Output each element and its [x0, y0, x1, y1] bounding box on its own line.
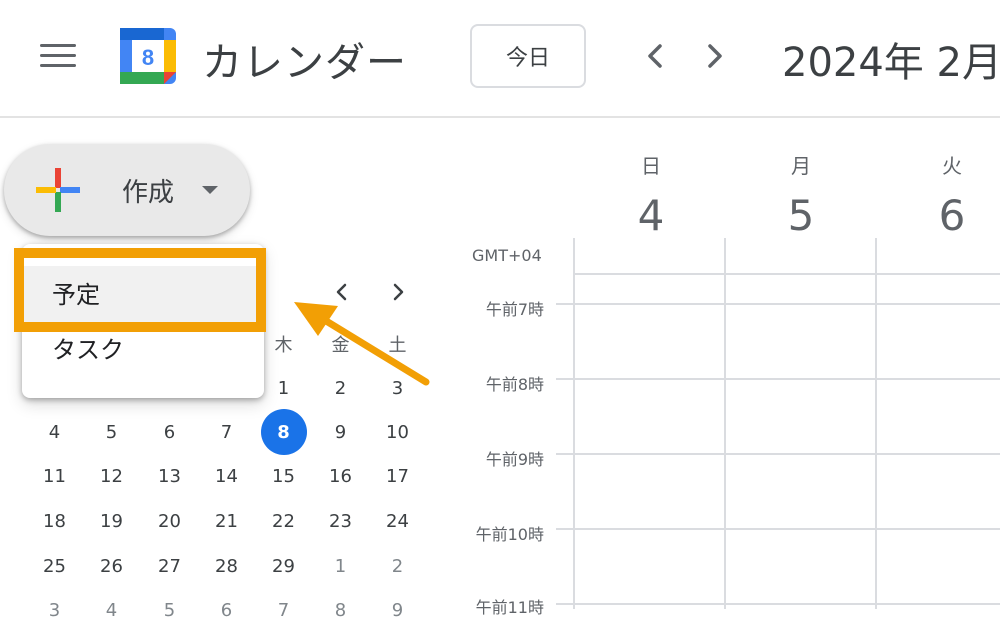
menu-item-task[interactable]: タスク	[22, 328, 264, 372]
day-number[interactable]: 6	[877, 191, 1000, 240]
mini-cal-day[interactable]: 15	[255, 454, 312, 498]
weekday-header: 土	[388, 335, 407, 356]
mini-cal-day[interactable]: 24	[369, 499, 426, 543]
mini-cal-day[interactable]: 5	[141, 588, 198, 632]
create-button[interactable]: 作成	[4, 144, 250, 236]
time-label: 午前7時	[485, 300, 544, 319]
mini-cal-day[interactable]: 6	[198, 588, 255, 632]
mini-cal-day[interactable]: 28	[198, 544, 255, 588]
today-button[interactable]: 今日	[470, 24, 586, 88]
mini-cal-day[interactable]: 9	[312, 410, 369, 454]
hamburger-icon[interactable]	[40, 42, 76, 70]
mini-cal-day[interactable]: 7	[198, 410, 255, 454]
mini-cal-day[interactable]: 8	[255, 409, 312, 455]
mini-cal-day[interactable]: 29	[255, 544, 312, 588]
mini-cal-day[interactable]: 23	[312, 499, 369, 543]
mini-cal-day[interactable]: 11	[26, 454, 83, 498]
top-app-bar: 8 カレンダー 今日 2024年 2月	[0, 0, 1000, 118]
mini-cal-day[interactable]: 26	[83, 544, 140, 588]
logo-day-number: 8	[142, 45, 154, 70]
create-label: 作成	[122, 178, 175, 208]
mini-cal-next-icon[interactable]	[386, 280, 410, 304]
day-column-header[interactable]: 火 6	[877, 150, 1000, 240]
mini-cal-day[interactable]: 20	[141, 499, 198, 543]
chevron-left-icon[interactable]	[638, 36, 674, 76]
mini-cal-day[interactable]: 16	[312, 454, 369, 498]
time-label: 午前9時	[485, 450, 544, 469]
mini-cal-day[interactable]: 1	[312, 544, 369, 588]
mini-cal-day[interactable]: 27	[141, 544, 198, 588]
current-month-title: 2024年 2月	[782, 40, 1000, 86]
today-indicator[interactable]: 8	[260, 409, 307, 455]
day-of-week-label: 火	[942, 154, 962, 178]
mini-cal-prev-icon[interactable]	[330, 280, 354, 304]
weekday-header: 金	[331, 335, 350, 356]
mini-cal-day[interactable]: 10	[369, 410, 426, 454]
google-calendar-logo: 8	[120, 28, 176, 84]
caret-down-icon[interactable]	[202, 186, 218, 194]
mini-cal-day[interactable]: 17	[369, 454, 426, 498]
mini-cal-day[interactable]: 6	[141, 410, 198, 454]
create-menu: 予定 タスク	[22, 244, 264, 398]
day-number[interactable]: 4	[576, 191, 726, 240]
mini-cal-day[interactable]: 13	[141, 454, 198, 498]
mini-cal-day[interactable]: 12	[83, 454, 140, 498]
time-label: 午前10時	[475, 525, 544, 544]
day-of-week-label: 月	[791, 154, 811, 178]
time-label: 午前8時	[485, 375, 544, 394]
mini-cal-day[interactable]: 2	[312, 366, 369, 410]
mini-cal-day[interactable]: 3	[369, 366, 426, 410]
day-column-header[interactable]: 月 5	[726, 150, 876, 240]
mini-cal-day[interactable]: 7	[255, 588, 312, 632]
mini-cal-day[interactable]: 8	[312, 588, 369, 632]
day-of-week-label: 日	[641, 154, 661, 178]
mini-cal-day[interactable]: 3	[26, 588, 83, 632]
chevron-right-icon[interactable]	[698, 36, 734, 76]
mini-cal-day[interactable]: 9	[369, 588, 426, 632]
mini-cal-day[interactable]: 25	[26, 544, 83, 588]
mini-cal-day[interactable]: 21	[198, 499, 255, 543]
timezone-label: GMT+04	[472, 246, 542, 265]
mini-cal-day[interactable]: 4	[26, 410, 83, 454]
mini-cal-day[interactable]: 18	[26, 499, 83, 543]
day-column-header[interactable]: 日 4	[576, 150, 726, 240]
mini-cal-day[interactable]: 4	[83, 588, 140, 632]
day-number[interactable]: 5	[726, 191, 876, 240]
mini-cal-day[interactable]: 5	[83, 410, 140, 454]
plus-icon	[36, 168, 80, 212]
day-column-slot[interactable]	[726, 275, 875, 609]
app-title: カレンダー	[202, 40, 407, 86]
time-label: 午前11時	[475, 598, 544, 617]
day-column-slot[interactable]	[877, 275, 1000, 609]
mini-cal-day[interactable]: 2	[369, 544, 426, 588]
mini-cal-day[interactable]: 14	[198, 454, 255, 498]
mini-cal-day[interactable]: 22	[255, 499, 312, 543]
menu-item-event[interactable]: 予定	[22, 266, 264, 324]
day-column-slot[interactable]	[575, 275, 724, 609]
mini-cal-day[interactable]: 19	[83, 499, 140, 543]
